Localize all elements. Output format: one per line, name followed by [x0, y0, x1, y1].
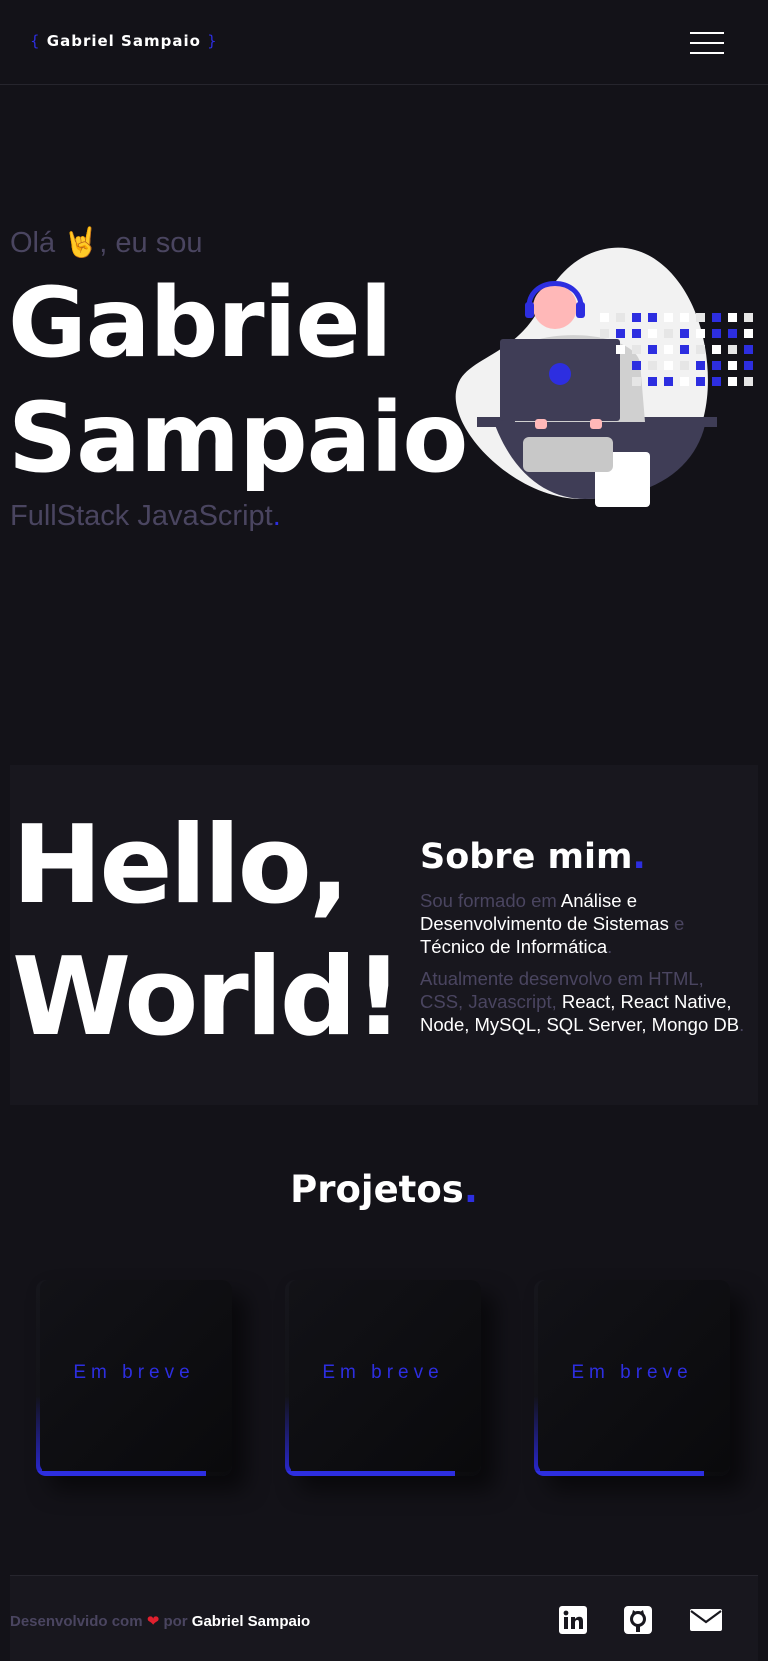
brand-name: Gabriel Sampaio: [46, 32, 201, 50]
projects-title: Projetos.: [290, 1168, 478, 1211]
site-footer: Desenvolvido com ❤ por Gabriel Sampaio: [10, 1575, 758, 1661]
project-card[interactable]: Em breve: [534, 1280, 730, 1476]
project-card[interactable]: Em breve: [36, 1280, 232, 1476]
about-title: Sobre mim.: [420, 837, 646, 877]
github-icon[interactable]: [622, 1604, 654, 1636]
linkedin-icon[interactable]: [557, 1604, 589, 1636]
brand-logo[interactable]: { Gabriel Sampaio }: [30, 32, 218, 50]
hello-world-heading: Hello, World!: [12, 803, 403, 1060]
email-icon[interactable]: [688, 1604, 724, 1636]
brand-brace-close: }: [207, 32, 218, 50]
hero-name: Gabriel Sampaio: [8, 267, 468, 494]
heart-icon: ❤: [146, 1613, 160, 1630]
project-card-label: Em breve: [322, 1362, 444, 1383]
about-education-text: Sou formado em Análise e Desenvolvimento…: [420, 890, 685, 957]
footer-author: Gabriel Sampaio: [191, 1613, 311, 1630]
hamburger-menu-icon[interactable]: [690, 32, 724, 54]
rock-hand-emoji-icon: 🤘: [63, 227, 100, 259]
about-section: Hello, World! Sobre mim. Sou formado em …: [10, 765, 758, 1105]
site-header: { Gabriel Sampaio }: [0, 0, 768, 85]
hero-greeting: Olá 🤘, eu sou: [10, 227, 203, 259]
project-card-label: Em breve: [571, 1362, 693, 1383]
project-card[interactable]: Em breve: [285, 1280, 481, 1476]
about-skills-text: Atualmente desenvolvo em HTML, CSS, Java…: [420, 968, 745, 1035]
developer-illustration: [455, 247, 753, 507]
hero-role: FullStack JavaScript.: [10, 500, 281, 532]
brand-brace-open: {: [30, 32, 41, 50]
footer-credit: Desenvolvido com ❤ por Gabriel Sampaio: [10, 1613, 311, 1630]
project-card-label: Em breve: [73, 1362, 195, 1383]
